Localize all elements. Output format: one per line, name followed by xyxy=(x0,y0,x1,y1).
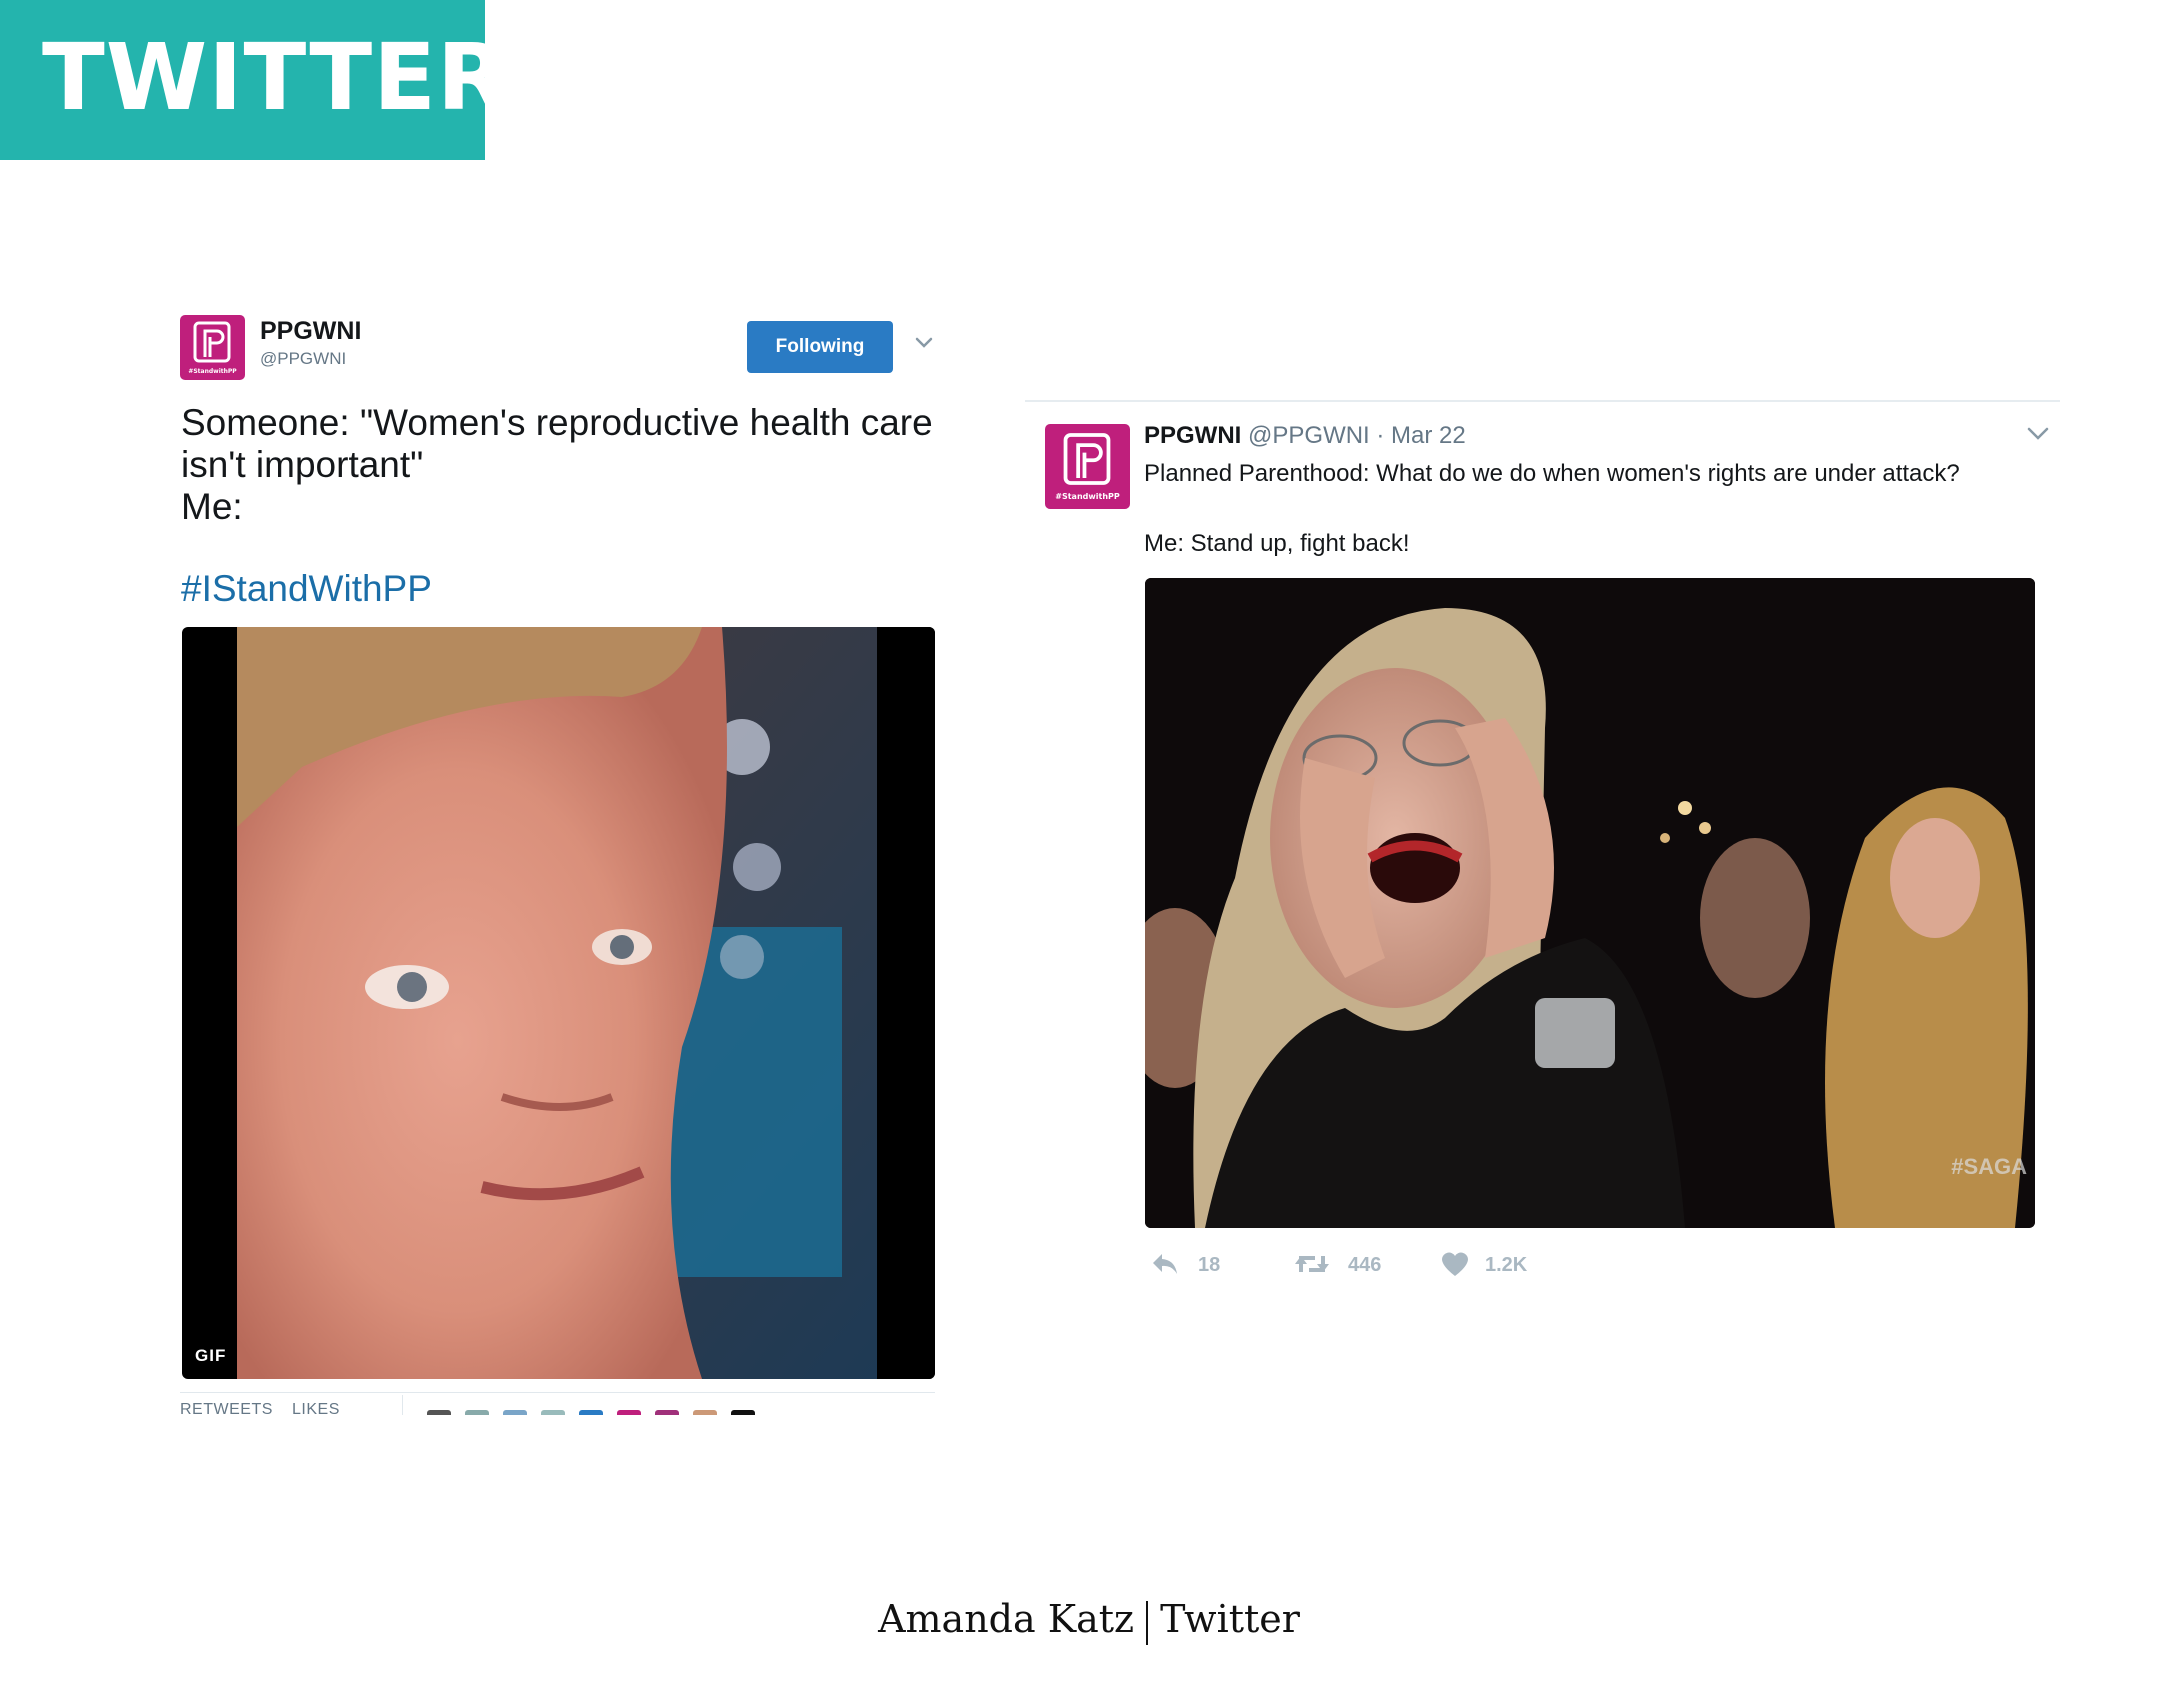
reply-button[interactable]: 18 xyxy=(1150,1248,1240,1282)
like-count: 1.2K xyxy=(1485,1254,1528,1276)
tweet-card-right: #StandwithPP PPGWNI @PPGWNI · Mar 22 Pla… xyxy=(1025,400,2060,1300)
liker-avatar[interactable] xyxy=(427,1410,451,1415)
gif-image xyxy=(237,627,935,1379)
banner-title: TWITTER xyxy=(42,24,509,131)
gif-media[interactable]: GIF xyxy=(182,627,935,1379)
like-button[interactable]: 1.2K xyxy=(1440,1248,1550,1282)
chevron-down-icon[interactable] xyxy=(913,331,935,353)
photo-watermark: #SAGA xyxy=(1951,1154,2027,1179)
tweet-text-line-2: isn't important" xyxy=(181,444,424,485)
reply-count: 18 xyxy=(1198,1254,1221,1276)
liker-avatar[interactable] xyxy=(655,1410,679,1415)
retweet-icon xyxy=(1295,1256,1329,1272)
following-button[interactable]: Following xyxy=(747,321,893,373)
tweet-photo[interactable]: #SAGA xyxy=(1145,578,2035,1228)
footer-section: Twitter xyxy=(1160,1597,1300,1641)
liker-avatar[interactable] xyxy=(465,1410,489,1415)
liker-avatar[interactable] xyxy=(617,1410,641,1415)
hashtag-link[interactable]: #IStandWithPP xyxy=(181,568,432,610)
tweet-text-line-2: Me: Stand up, fight back! xyxy=(1144,530,1410,557)
liker-avatar[interactable] xyxy=(693,1410,717,1415)
divider xyxy=(1025,400,2060,402)
tweet-card-left: #StandwithPP PPGWNI @PPGWNI Following So… xyxy=(180,305,935,1415)
user-handle[interactable]: @PPGWNI xyxy=(260,349,346,369)
tweet-actions: 18 446 1.2K xyxy=(1150,1248,1650,1282)
tweet-text-line-1: Someone: "Women's reproductive health ca… xyxy=(181,402,933,443)
handle-and-date[interactable]: @PPGWNI · Mar 22 xyxy=(1248,422,1466,449)
avatar-tag: #StandwithPP xyxy=(188,368,237,375)
tweet-text-line-1: Planned Parenthood: What do we do when w… xyxy=(1144,460,1960,487)
chevron-down-icon[interactable] xyxy=(2025,420,2051,446)
footer-author: Amanda Katz xyxy=(878,1597,1135,1641)
photo-image xyxy=(1145,578,2035,1228)
footer-separator xyxy=(1146,1600,1149,1645)
tweet-text-line-3: Me: xyxy=(181,486,243,527)
heart-icon xyxy=(1442,1252,1468,1276)
header-banner: TWITTER xyxy=(0,0,508,160)
display-name[interactable]: PPGWNI xyxy=(260,317,361,346)
pp-logo-icon xyxy=(193,321,231,363)
stats-separator xyxy=(402,1395,403,1415)
liker-avatar[interactable] xyxy=(579,1410,603,1415)
avatar[interactable]: #StandwithPP xyxy=(1045,424,1130,509)
gif-badge: GIF xyxy=(195,1346,227,1365)
avatar-tag: #StandwithPP xyxy=(1055,492,1120,501)
avatar[interactable]: #StandwithPP xyxy=(180,315,245,380)
liker-avatar[interactable] xyxy=(541,1410,565,1415)
tweet-header: PPGWNI @PPGWNI · Mar 22 xyxy=(1144,422,1466,450)
liker-avatar[interactable] xyxy=(731,1410,755,1415)
tweet-stats: RETWEETS LIKES xyxy=(180,1393,980,1415)
likes-label[interactable]: LIKES xyxy=(292,1401,340,1415)
reply-icon xyxy=(1153,1254,1177,1274)
pp-logo-icon xyxy=(1063,433,1111,485)
display-name[interactable]: PPGWNI xyxy=(1144,422,1241,449)
tweet-text: Someone: "Women's reproductive health ca… xyxy=(181,402,941,528)
retweet-count: 446 xyxy=(1348,1254,1382,1276)
retweets-label[interactable]: RETWEETS xyxy=(180,1401,273,1415)
retweet-button[interactable]: 446 xyxy=(1293,1248,1403,1282)
page-footer: Amanda Katz Twitter xyxy=(0,1597,2178,1645)
liker-avatar[interactable] xyxy=(503,1410,527,1415)
